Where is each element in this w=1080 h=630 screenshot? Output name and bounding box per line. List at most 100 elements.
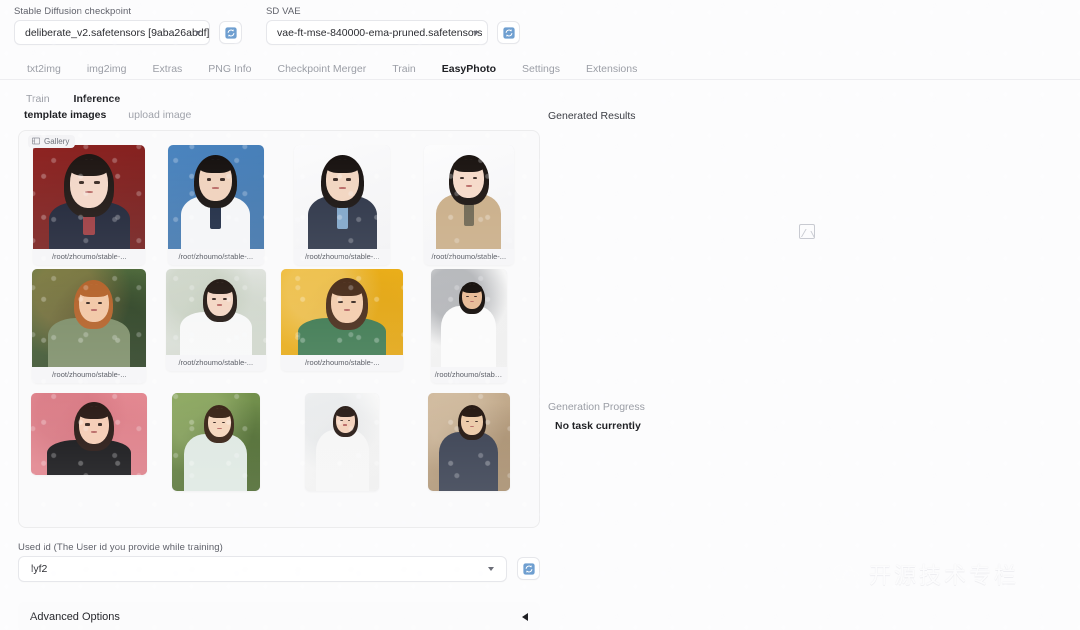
tab-label: Extensions <box>585 62 638 75</box>
checkpoint-refresh-button[interactable] <box>219 21 242 44</box>
tab-extensions[interactable]: Extensions <box>573 62 650 80</box>
subtab-label: Train <box>26 92 50 105</box>
tab-extras[interactable]: Extras <box>140 62 196 80</box>
vae-label: SD VAE <box>266 6 301 17</box>
template-source-tab-bar: template images upload image <box>18 110 540 121</box>
gallery-thumb-wrapper[interactable]: /root/zhoumo/stable-... <box>423 144 514 265</box>
tab-label: EasyPhoto <box>441 62 497 75</box>
gallery-thumb-caption: /root/zhoumo/stable-... <box>430 366 507 383</box>
used-id-select[interactable]: lyf2 <box>18 555 507 582</box>
gallery-item[interactable] <box>280 392 405 517</box>
vae-refresh-button[interactable] <box>497 21 520 44</box>
gallery-thumb-image[interactable] <box>33 144 146 249</box>
gallery-thumb-wrapper[interactable]: /root/zhoumo/stable-... <box>430 268 507 383</box>
sub-tab-bar: Train Inference <box>0 86 1080 108</box>
subtab-train[interactable]: Train <box>14 92 62 109</box>
gallery-thumb-wrapper[interactable]: /root/zhoumo/stable-... <box>167 144 264 265</box>
gallery-thumb-image[interactable] <box>427 392 510 491</box>
checkpoint-label: Stable Diffusion checkpoint <box>14 6 132 17</box>
tab-label: txt2img <box>27 62 61 75</box>
vae-select[interactable]: vae-ft-mse-840000-ema-pruned.safetensors <box>266 20 488 45</box>
watermark-text: 开源技术专栏 <box>869 564 1020 589</box>
advanced-options-accordion[interactable]: Advanced Options <box>18 601 540 630</box>
tab-label: PNG Info <box>208 62 252 75</box>
refresh-icon <box>502 26 515 39</box>
used-id-value: lyf2 <box>31 562 48 575</box>
tab-train[interactable]: Train <box>379 63 429 80</box>
checkpoint-field-group: Stable Diffusion checkpoint deliberate_v… <box>14 6 242 45</box>
inference-left-panel: template images upload image Gallery /roo… <box>18 110 540 630</box>
generated-results-panel[interactable] <box>548 126 1062 316</box>
gallery-item[interactable]: /root/zhoumo/stable-... <box>154 144 279 269</box>
gallery-thumb-wrapper[interactable]: /root/zhoumo/stable-... <box>281 268 404 371</box>
gallery-item[interactable]: /root/zhoumo/stable-... <box>27 144 152 269</box>
gallery-thumb-image[interactable] <box>31 392 148 475</box>
innertab-upload-image[interactable]: upload image <box>128 110 205 121</box>
gallery-thumb-image[interactable] <box>305 392 380 491</box>
checkpoint-select[interactable]: deliberate_v2.safetensors [9aba26abdf] <box>14 20 210 45</box>
tab-easyphoto[interactable]: EasyPhoto <box>429 62 509 80</box>
main-tab-bar: txt2img img2img Extras PNG Info Checkpoint M… <box>0 56 1080 80</box>
tab-label: Extras <box>152 62 183 75</box>
tab-settings[interactable]: Settings <box>509 62 573 80</box>
gallery-thumb-wrapper[interactable]: /root/zhoumo/stable-... <box>294 144 391 265</box>
gallery-thumb-image[interactable] <box>32 268 147 367</box>
gallery-thumb-image[interactable] <box>281 268 404 355</box>
inference-right-panel: Generated Results Generation Progress No… <box>548 110 1062 432</box>
subtab-label: Inference <box>73 92 121 105</box>
gallery-thumb-wrapper[interactable] <box>31 392 148 475</box>
tab-label: Settings <box>522 62 560 75</box>
tab-label: img2img <box>86 62 127 75</box>
refresh-icon <box>522 562 535 575</box>
gallery-item[interactable] <box>27 392 152 517</box>
gallery-item[interactable]: /root/zhoumo/stable-... <box>280 268 405 393</box>
gallery-thumb-caption: /root/zhoumo/stable-... <box>167 248 264 265</box>
gallery-item[interactable] <box>154 392 279 517</box>
gallery-thumb-image[interactable] <box>171 392 260 491</box>
subtab-inference[interactable]: Inference <box>62 92 133 109</box>
image-placeholder-icon <box>799 224 815 239</box>
tab-checkpoint-merger[interactable]: Checkpoint Merger <box>264 63 379 80</box>
gallery-thumb-wrapper[interactable] <box>427 392 510 491</box>
gallery-thumb-wrapper[interactable]: /root/zhoumo/stable-... <box>32 268 147 383</box>
checkpoint-value: deliberate_v2.safetensors [9aba26abdf] <box>25 26 210 39</box>
tab-txt2img[interactable]: txt2img <box>14 62 74 80</box>
template-gallery[interactable]: Gallery /root/zhoumo/stable-.../root/zho… <box>18 129 540 528</box>
gallery-item[interactable]: /root/zhoumo/stable-... <box>154 268 279 393</box>
gallery-item[interactable]: /root/zhoumo/stable-... <box>27 268 152 393</box>
generated-results-title: Generated Results <box>548 110 636 122</box>
gallery-badge: Gallery <box>28 134 76 148</box>
gallery-icon <box>32 137 40 145</box>
gallery-thumb-wrapper[interactable]: /root/zhoumo/stable-... <box>165 268 266 371</box>
gallery-grid: /root/zhoumo/stable-... /root/zhoumo/stab… <box>27 144 532 517</box>
gallery-item[interactable]: /root/zhoumo/stable-... <box>407 144 532 269</box>
gallery-thumb-image[interactable] <box>294 144 391 249</box>
gallery-thumb-image[interactable] <box>165 268 266 355</box>
gallery-item[interactable]: /root/zhoumo/stable-... <box>407 268 532 393</box>
gallery-badge-label: Gallery <box>44 136 70 146</box>
tab-png-info[interactable]: PNG Info <box>195 62 264 80</box>
gallery-thumb-wrapper[interactable] <box>171 392 260 491</box>
gallery-thumb-image[interactable] <box>167 144 264 249</box>
used-id-field-group: Used id (The User id you provide while t… <box>18 542 540 582</box>
refresh-icon <box>224 26 237 39</box>
gallery-item[interactable] <box>407 392 532 517</box>
generation-progress-label: Generation Progress <box>548 401 645 413</box>
vae-field-group: SD VAE vae-ft-mse-840000-ema-pruned.safe… <box>266 6 526 45</box>
gallery-thumb-image[interactable] <box>430 268 507 367</box>
gallery-item[interactable]: /root/zhoumo/stable-... <box>280 144 405 269</box>
gallery-thumb-wrapper[interactable]: /root/zhoumo/stable-... <box>33 144 146 265</box>
gallery-thumb-caption: /root/zhoumo/stable-... <box>281 354 404 371</box>
gallery-thumb-caption: /root/zhoumo/stable-... <box>32 366 147 383</box>
tab-img2img[interactable]: img2img <box>74 62 140 80</box>
innertab-template-images[interactable]: template images <box>24 110 128 121</box>
gallery-thumb-wrapper[interactable] <box>305 392 380 491</box>
used-id-refresh-button[interactable] <box>517 557 540 580</box>
model-toolbar: Stable Diffusion checkpoint deliberate_v… <box>0 0 1080 52</box>
gallery-thumb-image[interactable] <box>423 144 514 249</box>
chevron-left-icon[interactable] <box>522 612 528 621</box>
innertab-label: upload image <box>128 109 192 121</box>
chevron-down-icon <box>473 30 479 35</box>
easyphoto-app-window: Stable Diffusion checkpoint deliberate_v… <box>0 0 1080 630</box>
gallery-thumb-caption: /root/zhoumo/stable-... <box>423 248 514 265</box>
